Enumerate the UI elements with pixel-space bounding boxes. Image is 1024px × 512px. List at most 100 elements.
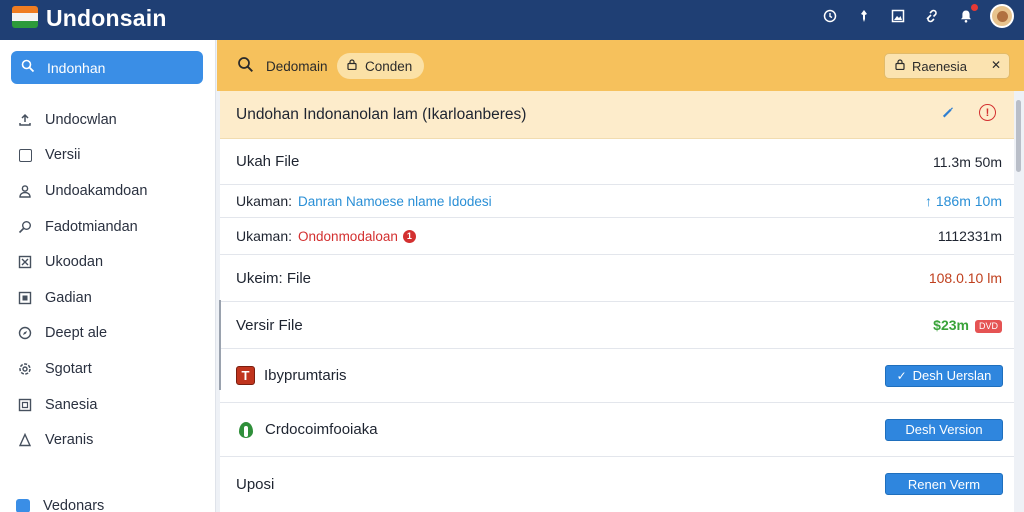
check-icon: ✓ (896, 368, 907, 383)
sidebar-item-label: Fadotmiandan (45, 218, 138, 235)
row-label: Ukaman: (236, 193, 293, 209)
button-label: Renen Verm (907, 476, 981, 492)
row-action-button[interactable]: Renen Verm (885, 473, 1003, 495)
toolbar-search-label[interactable]: Dedomain (266, 59, 328, 74)
sidebar-item-8[interactable]: Sanesia (0, 387, 216, 423)
row-label: Ukaman: (236, 228, 293, 244)
grid-icon (16, 289, 34, 307)
app-title: Undonsain (46, 5, 167, 31)
row-label: Ibyprumtaris (264, 367, 347, 384)
sidebar-item-4[interactable]: Ukoodan (0, 244, 216, 280)
sidebar-item-label: Sgotart (45, 360, 92, 377)
search-icon[interactable] (237, 56, 254, 78)
app-logo-icon: T (236, 366, 255, 385)
row-label: Crdocoimfooiaka (265, 421, 378, 438)
sidebar-item-6[interactable]: Deept ale (0, 316, 216, 352)
row-link[interactable]: Danran Namoese nlame Idodesi (298, 194, 492, 209)
search-icon (16, 218, 34, 236)
row-action-button[interactable]: ✓ Desh Uerslan (885, 364, 1003, 387)
table-row[interactable]: Ukah File 11.3m 50m (220, 139, 1014, 185)
row-value-group: $23m DVD (933, 317, 1002, 333)
sidebar: Indonhan Undocwlan Versii Undoakamdoan F… (0, 40, 216, 512)
leaf-logo-icon (236, 420, 256, 440)
sidebar-search-button[interactable]: Indonhan (11, 51, 203, 84)
top-icons (820, 4, 1014, 28)
table-row[interactable]: Ukaman: Danran Namoese nlame Idodesi ↑ 1… (220, 185, 1014, 218)
close-box-icon (16, 253, 34, 271)
table-row[interactable]: Versir File $23m DVD (220, 302, 1014, 349)
table-row[interactable]: Crdocoimfooiaka Desh Version (220, 403, 1014, 457)
person-icon (16, 431, 34, 449)
sidebar-item-label: Ukoodan (45, 254, 104, 271)
image-icon[interactable] (888, 6, 908, 26)
panel-title: Undohan Indonanolan lam (Ikarloanberes) (236, 105, 527, 123)
checkbox-icon (16, 499, 30, 512)
pin-icon[interactable] (854, 6, 874, 26)
sidebar-nav: Undocwlan Versii Undoakamdoan Fadotmiand… (0, 102, 216, 458)
row-label: Ukeim: File (236, 269, 312, 287)
link-icon[interactable] (922, 6, 942, 26)
edit-icon[interactable] (938, 103, 960, 125)
toolbar: Dedomain Conden Raenesia ✕ (217, 40, 1024, 91)
sidebar-item-label: Veranis (45, 432, 94, 449)
row-value: $23m (933, 317, 969, 333)
button-label: Desh Uerslan (912, 368, 992, 383)
alert-icon[interactable]: ! (979, 104, 996, 121)
sidebar-item-label: Versii (45, 147, 81, 164)
row-value: ↑ 186m 10m (924, 193, 1002, 209)
error-badge: 1 (402, 229, 416, 243)
region-select[interactable]: Raenesia ✕ (884, 53, 1010, 79)
sidebar-item-0[interactable]: Undocwlan (0, 102, 216, 138)
row-value: 1112331m (937, 228, 1002, 244)
table-row[interactable]: T Ibyprumtaris ✓ Desh Uerslan (220, 349, 1014, 403)
status-badge: DVD (974, 319, 1002, 333)
notification-dot (971, 4, 978, 11)
flag-logo-icon (12, 6, 38, 28)
condition-chip[interactable]: Conden (337, 53, 425, 79)
lock-icon (895, 59, 905, 73)
row-value: 108.0.10 lm (928, 270, 1002, 286)
panel-header: Undohan Indonanolan lam (Ikarloanberes) … (220, 91, 1014, 139)
expand-icon (16, 396, 34, 414)
sidebar-item-label: Sanesia (45, 396, 98, 413)
chip-label: Conden (365, 58, 413, 74)
sidebar-item-label: Gadian (45, 289, 92, 306)
sidebar-item-1[interactable]: Versii (0, 138, 216, 174)
row-label: Versir File (236, 316, 303, 334)
sidebar-item-label: Undocwlan (45, 111, 117, 128)
sidebar-item-2[interactable]: Undoakamdoan (0, 173, 216, 209)
sidebar-item-3[interactable]: Fadotmiandan (0, 209, 216, 245)
bell-icon[interactable] (956, 4, 978, 26)
sidebar-item-label: Deept ale (45, 325, 108, 342)
table-row[interactable]: Ukaman: Ondonmodaloan 1 1112331m (220, 218, 1014, 255)
sidebar-item-5[interactable]: Gadian (0, 280, 216, 316)
sidebar-bottom-label: Vedonars (43, 498, 105, 512)
button-label: Desh Version (905, 422, 983, 437)
sidebar-item-9[interactable]: Veranis (0, 422, 216, 458)
sidebar-search-label: Indonhan (47, 59, 106, 76)
row-link[interactable]: Ondonmodaloan (298, 229, 398, 244)
scrollbar[interactable] (1016, 100, 1021, 172)
clock-icon[interactable] (820, 6, 840, 26)
search-icon (21, 59, 39, 76)
sidebar-bottom-item[interactable]: Vedonars (16, 498, 104, 512)
upload-icon (16, 111, 34, 129)
settings-icon (16, 360, 34, 378)
main-panel: Undohan Indonanolan lam (Ikarloanberes) … (220, 91, 1014, 512)
row-value: 11.3m 50m (933, 153, 1002, 170)
avatar[interactable] (990, 4, 1014, 28)
sidebar-item-label: Undoakamdoan (45, 182, 148, 199)
row-action-button[interactable]: Desh Version (885, 418, 1003, 441)
select-value: Raenesia (912, 58, 967, 74)
table-row[interactable]: Ukeim: File 108.0.10 lm (220, 255, 1014, 302)
row-label: Uposi (236, 475, 275, 493)
clear-icon[interactable]: ✕ (991, 58, 1001, 72)
user-icon (16, 182, 34, 200)
top-bar: Undonsain (0, 0, 1024, 40)
panel-divider (219, 300, 221, 390)
sidebar-item-7[interactable]: Sgotart (0, 351, 216, 387)
row-label: Ukah File (236, 153, 300, 170)
table-row[interactable]: Uposi Renen Verm (220, 457, 1014, 511)
lock-icon (347, 59, 357, 73)
compass-icon (16, 324, 34, 342)
